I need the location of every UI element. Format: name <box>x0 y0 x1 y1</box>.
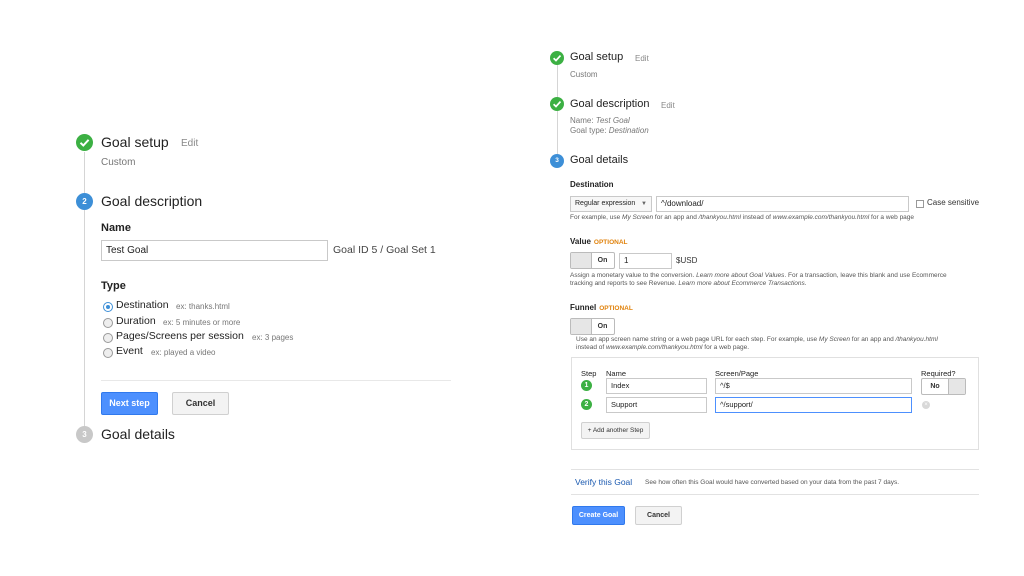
value-label: Value OPTIONAL <box>570 237 628 246</box>
destination-input[interactable]: ^/download/ <box>656 196 909 212</box>
type-example-event: ex: played a video <box>151 348 216 357</box>
step-2-badge: 2 <box>76 193 93 210</box>
divider <box>101 380 451 381</box>
funnel-step-2-screen-input[interactable]: ^/support/ <box>715 397 912 413</box>
remove-step-icon[interactable]: × <box>922 401 930 409</box>
type-example-pages: ex: 3 pages <box>252 333 294 342</box>
funnel-optional-tag: OPTIONAL <box>599 305 633 312</box>
funnel-help-line1: Use an app screen name string or a web p… <box>576 336 938 343</box>
funnel-step-1-name-input[interactable]: Index <box>606 378 707 394</box>
value-amount-input[interactable]: 1 <box>619 253 672 269</box>
create-goal-button[interactable]: Create Goal <box>572 506 625 525</box>
goal-id-text: Goal ID 5 / Goal Set 1 <box>333 244 436 256</box>
ecommerce-transactions-link[interactable]: Ecommerce Transactions <box>732 280 805 287</box>
goal-setup-title: Goal setup <box>101 134 169 150</box>
funnel-step-1-required-toggle[interactable]: No <box>921 378 966 395</box>
goal-description-title: Goal description <box>101 193 203 209</box>
goal-values-link[interactable]: Goal Values <box>749 272 784 279</box>
funnel-steps-table: Step Name Screen/Page Required? 1 Index … <box>571 357 979 450</box>
required-toggle-label: No <box>930 383 940 390</box>
col-required-header: Required? <box>921 369 956 378</box>
chevron-down-icon: ▼ <box>641 201 647 207</box>
goal-setup-check-icon <box>550 51 564 65</box>
col-screen-header: Screen/Page <box>715 369 759 378</box>
value-currency: $USD <box>676 256 698 265</box>
goal-setup-edit-link[interactable]: Edit <box>635 54 649 63</box>
funnel-step-1-screen-input[interactable]: ^/$ <box>715 378 912 394</box>
type-radio-duration[interactable] <box>103 318 113 328</box>
value-help-line1: Assign a monetary value to the conversio… <box>570 272 947 279</box>
add-another-step-button[interactable]: + Add another Step <box>581 422 650 439</box>
destination-help: For example, use My Screen for an app an… <box>570 214 915 221</box>
goal-setup-check-icon <box>76 134 93 151</box>
verify-goal-text: See how often this Goal would have conve… <box>645 479 900 486</box>
funnel-help-line2: instead of www.example.com/thankyou.html… <box>576 344 750 351</box>
divider <box>571 469 979 470</box>
col-name-header: Name <box>606 369 627 378</box>
type-label-event: Event <box>116 345 143 357</box>
value-optional-tag: OPTIONAL <box>593 239 628 246</box>
goal-setup-value: Custom <box>570 70 598 79</box>
goal-details-title: Goal details <box>101 426 175 442</box>
goal-description-edit-link[interactable]: Edit <box>661 101 675 110</box>
next-step-button[interactable]: Next step <box>101 392 158 415</box>
type-label-duration: Duration <box>116 315 156 327</box>
step-connector-line <box>557 64 558 162</box>
goal-setup-edit-link[interactable]: Edit <box>181 138 198 149</box>
step-3-badge: 3 <box>76 426 93 443</box>
type-example-duration: ex: 5 minutes or more <box>163 318 241 327</box>
verify-goal-link[interactable]: Verify this Goal <box>575 477 632 487</box>
value-help-line2: tracking and reports to see Revenue. Lea… <box>570 280 807 287</box>
toggle-knob <box>571 319 592 334</box>
goal-description-name: Name: Test Goal <box>570 116 630 125</box>
name-label: Name <box>101 222 131 234</box>
type-label-destination: Destination <box>116 299 169 311</box>
cancel-button[interactable]: Cancel <box>635 506 682 525</box>
funnel-step-2-name-input[interactable]: Support <box>606 397 707 413</box>
toggle-knob <box>948 379 965 394</box>
goal-details-title: Goal details <box>570 154 629 166</box>
type-radio-destination[interactable] <box>103 302 113 312</box>
value-toggle-label: On <box>597 257 608 264</box>
destination-label: Destination <box>570 180 614 189</box>
goal-name-input[interactable]: Test Goal <box>101 240 328 261</box>
funnel-label: Funnel OPTIONAL <box>570 303 633 312</box>
type-radio-pages[interactable] <box>103 333 113 343</box>
type-label-pages: Pages/Screens per session <box>116 330 244 342</box>
goal-setup-title: Goal setup <box>570 51 624 63</box>
goal-description-title: Goal description <box>570 98 650 110</box>
funnel-toggle-label: On <box>597 323 608 330</box>
funnel-step-2-badge: 2 <box>581 399 592 410</box>
goal-description-type: Goal type: Destination <box>570 126 649 135</box>
type-example-destination: ex: thanks.html <box>176 302 230 311</box>
type-label: Type <box>101 280 126 292</box>
divider <box>571 494 979 495</box>
case-sensitive-checkbox[interactable] <box>916 200 924 208</box>
step-3-badge: 3 <box>550 154 564 168</box>
cancel-button[interactable]: Cancel <box>172 392 229 415</box>
type-radio-event[interactable] <box>103 348 113 358</box>
case-sensitive-label: Case sensitive <box>927 198 980 207</box>
value-toggle[interactable]: On <box>570 252 615 269</box>
toggle-knob <box>571 253 592 268</box>
funnel-step-1-badge: 1 <box>581 380 592 391</box>
goal-description-check-icon <box>550 97 564 111</box>
goal-setup-value: Custom <box>101 157 136 168</box>
col-step-header: Step <box>581 369 597 378</box>
funnel-toggle[interactable]: On <box>570 318 615 335</box>
destination-match-value: Regular expression <box>575 200 636 207</box>
destination-match-select[interactable]: Regular expression ▼ <box>570 196 652 212</box>
